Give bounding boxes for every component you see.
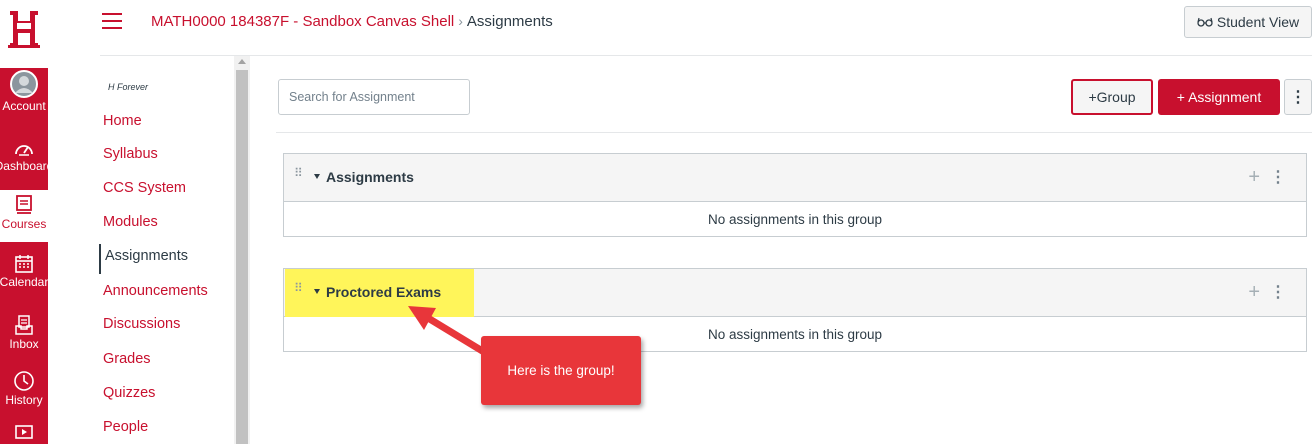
- breadcrumb-current: Assignments: [466, 13, 553, 30]
- global-nav-commons[interactable]: [0, 424, 48, 442]
- commons-icon: [15, 425, 33, 439]
- global-nav-label: Calendar: [0, 275, 49, 289]
- hamburger-line: [102, 27, 122, 29]
- global-nav-label: History: [5, 393, 43, 407]
- kebab-icon: ⋮: [1290, 89, 1306, 106]
- inbox-icon: [15, 315, 33, 335]
- glasses-icon: [1197, 17, 1213, 27]
- global-nav-history[interactable]: History: [0, 370, 48, 407]
- course-nav-home[interactable]: Home: [103, 113, 142, 129]
- dashboard-icon: [15, 145, 33, 156]
- course-nav-syllabus[interactable]: Syllabus: [103, 146, 158, 162]
- global-nav-label: Courses: [1, 217, 47, 231]
- course-nav-scrollbar[interactable]: [234, 56, 250, 444]
- global-nav-label: Dashboard: [0, 159, 54, 173]
- assignment-group: ⠿ Assignments + ⋮ No assignments in this…: [283, 153, 1307, 237]
- global-nav-calendar[interactable]: Calendar: [0, 254, 48, 289]
- global-nav-label: Inbox: [9, 337, 39, 351]
- add-to-group-icon[interactable]: +: [1248, 281, 1260, 304]
- calendar-icon: [15, 255, 33, 273]
- course-nav-discussions[interactable]: Discussions: [103, 316, 180, 332]
- assignment-group-empty: No assignments in this group: [707, 211, 883, 227]
- global-nav-inbox[interactable]: Inbox: [0, 314, 48, 351]
- course-nav-modules[interactable]: Modules: [103, 214, 158, 230]
- add-group-button[interactable]: +Group: [1071, 79, 1153, 115]
- student-view-button[interactable]: Student View: [1184, 6, 1312, 38]
- course-nav-quizzes[interactable]: Quizzes: [103, 385, 155, 401]
- caret-down-icon[interactable]: [314, 174, 320, 179]
- history-icon: [14, 371, 34, 391]
- header-divider: [100, 55, 1312, 56]
- search-input[interactable]: [279, 80, 469, 114]
- global-nav-courses[interactable]: Courses: [0, 190, 48, 242]
- course-nav-people[interactable]: People: [103, 419, 148, 435]
- student-view-label: Student View: [1216, 14, 1300, 30]
- course-nav-grades[interactable]: Grades: [103, 351, 151, 367]
- course-header: MATH0000 184387F - Sandbox Canvas Shell ›…: [48, 0, 1312, 48]
- uh-logo[interactable]: [0, 0, 48, 58]
- courses-icon: [16, 195, 32, 214]
- assignment-group-name[interactable]: Proctored Exams: [326, 284, 441, 300]
- assignment-group-name[interactable]: Assignments: [326, 169, 414, 185]
- global-nav-dashboard[interactable]: Dashboard: [0, 138, 53, 173]
- global-nav-account[interactable]: Account: [0, 70, 48, 113]
- annotation-callout: Here is the group!: [481, 336, 641, 405]
- scrollbar-thumb[interactable]: [236, 70, 248, 444]
- breadcrumb: MATH0000 184387F - Sandbox Canvas Shell ›…: [151, 13, 553, 30]
- course-nav-ccs-system[interactable]: CCS System: [103, 180, 186, 196]
- group-options-icon[interactable]: ⋮: [1270, 167, 1286, 187]
- breadcrumb-course-link[interactable]: MATH0000 184387F - Sandbox Canvas Shell: [151, 13, 454, 30]
- more-options-button[interactable]: ⋮: [1284, 79, 1312, 115]
- annotation-arrow-icon: [408, 306, 488, 356]
- global-navigation: Account Dashboard Courses Calendar Inbox…: [0, 0, 53, 444]
- course-nav-announcements[interactable]: Announcements: [103, 283, 208, 299]
- add-assignment-button[interactable]: + Assignment: [1158, 79, 1280, 115]
- toolbar-divider: [276, 132, 1312, 133]
- hamburger-line: [102, 20, 122, 22]
- breadcrumb-separator: ›: [458, 13, 463, 29]
- hamburger-line: [102, 13, 122, 15]
- drag-handle-icon[interactable]: ⠿: [294, 167, 303, 179]
- scroll-up-arrow-icon[interactable]: [238, 59, 246, 64]
- assignment-group-header[interactable]: ⠿ Assignments + ⋮: [284, 154, 1306, 202]
- drag-handle-icon[interactable]: ⠿: [294, 282, 303, 294]
- global-nav-label: Account: [2, 99, 46, 113]
- course-nav-subtitle: H Forever: [108, 82, 149, 92]
- group-options-icon[interactable]: ⋮: [1270, 282, 1286, 302]
- caret-down-icon[interactable]: [314, 289, 320, 294]
- menu-toggle-button[interactable]: [102, 13, 122, 31]
- course-nav-assignments[interactable]: Assignments: [99, 244, 188, 274]
- search-assignment-box: [278, 79, 470, 115]
- add-to-group-icon[interactable]: +: [1248, 166, 1260, 189]
- account-avatar-icon: [10, 70, 38, 98]
